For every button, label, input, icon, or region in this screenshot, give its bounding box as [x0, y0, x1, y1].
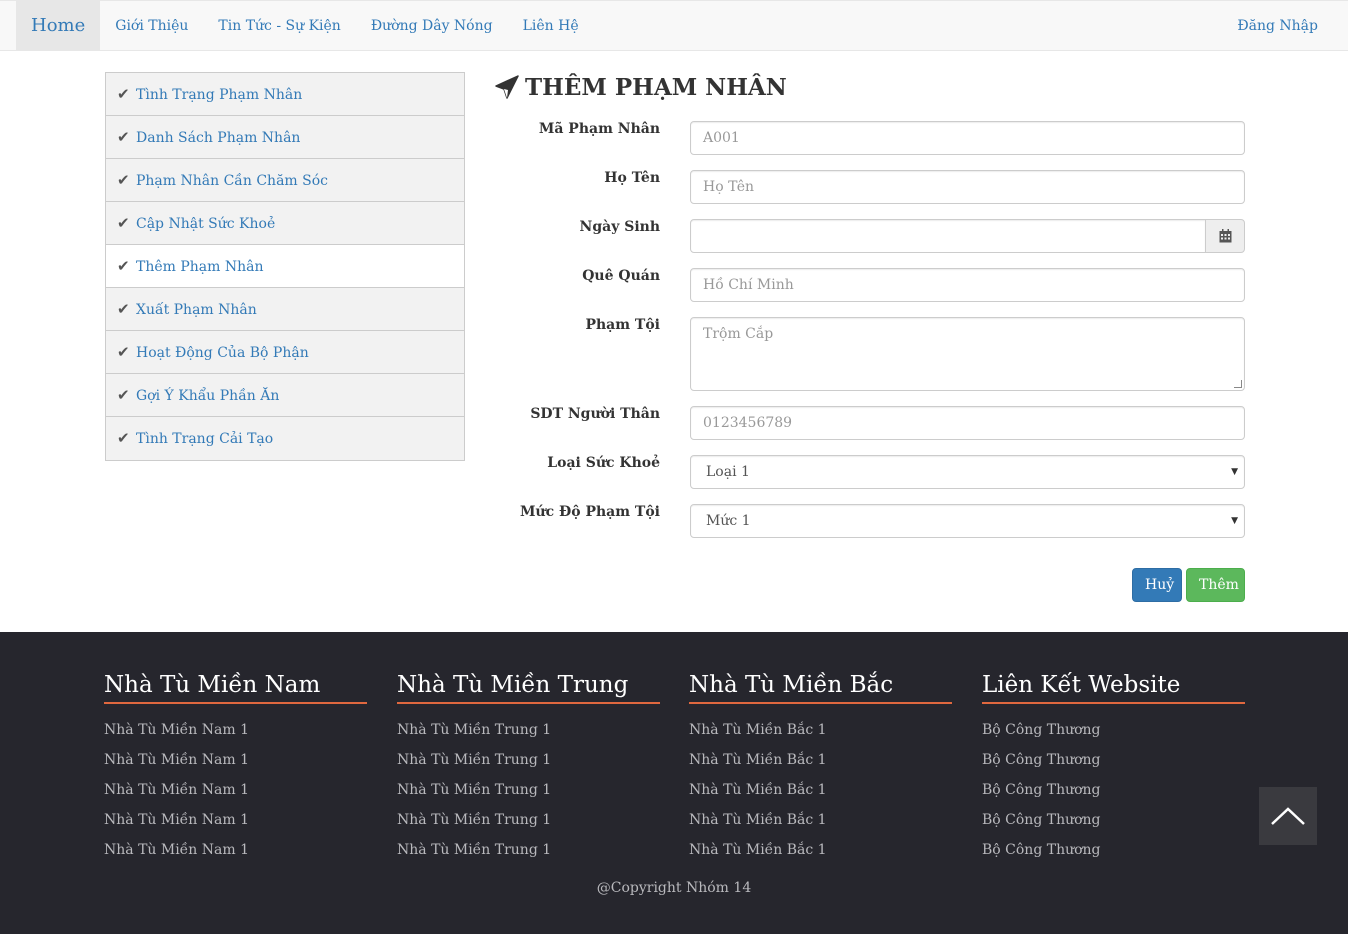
footer-link[interactable]: Bộ Công Thương: [982, 748, 1245, 778]
sidebar-item-xuat[interactable]: ✔ Xuất Phạm Nhân: [106, 288, 464, 331]
nav-tin-tuc-link[interactable]: Tin Tức - Sự Kiện: [203, 1, 355, 51]
cancel-button[interactable]: Huỷ: [1132, 568, 1182, 602]
page-title-text: THÊM PHẠM NHÂN: [525, 74, 787, 101]
calendar-button[interactable]: [1205, 219, 1245, 253]
sidebar-item-cham-soc[interactable]: ✔ Phạm Nhân Cần Chăm Sóc: [106, 159, 464, 202]
loai-suc-khoe-label: Loại Sức Khoẻ: [547, 455, 660, 471]
footer-column-mien-trung: Nhà Tù Miền Trung Nhà Tù Miền Trung 1 Nh…: [397, 668, 660, 868]
footer-column-mien-bac: Nhà Tù Miền Bắc Nhà Tù Miền Bắc 1 Nhà Tù…: [689, 668, 952, 868]
sidebar-item-danh-sach[interactable]: ✔ Danh Sách Phạm Nhân: [106, 116, 464, 159]
add-button[interactable]: Thêm: [1186, 568, 1245, 602]
footer-link[interactable]: Bộ Công Thương: [982, 838, 1245, 868]
sidebar-item-label: Tình Trạng Cải Tạo: [136, 431, 274, 447]
footer-link[interactable]: Nhà Tù Miền Nam 1: [104, 748, 367, 778]
check-icon: ✔: [117, 171, 130, 189]
back-to-top-button[interactable]: [1259, 787, 1317, 845]
que-quan-label: Quê Quán: [582, 268, 660, 284]
footer-column-title: Liên Kết Website: [982, 668, 1245, 704]
sidebar-item-hoat-dong[interactable]: ✔ Hoạt Động Của Bộ Phận: [106, 331, 464, 374]
nav-gioi-thieu-link[interactable]: Giới Thiệu: [100, 1, 203, 51]
pham-toi-label: Phạm Tội: [585, 317, 660, 333]
footer-column-lien-ket: Liên Kết Website Bộ Công Thương Bộ Công …: [982, 668, 1245, 868]
muc-do-value: Mức 1: [706, 513, 751, 529]
sidebar-item-cai-tao[interactable]: ✔ Tình Trạng Cải Tạo: [106, 417, 464, 460]
login-link[interactable]: Đăng Nhập: [1237, 1, 1318, 51]
check-icon: ✔: [117, 300, 130, 318]
nav-home-link[interactable]: Home: [16, 1, 101, 51]
footer-link[interactable]: Nhà Tù Miền Nam 1: [104, 778, 367, 808]
footer-link[interactable]: Bộ Công Thương: [982, 718, 1245, 748]
footer-link[interactable]: Bộ Công Thương: [982, 808, 1245, 838]
footer-link[interactable]: Nhà Tù Miền Bắc 1: [689, 748, 952, 778]
sidebar-item-them-pham-nhan[interactable]: ✔ Thêm Phạm Nhân: [106, 245, 464, 288]
footer-column-title: Nhà Tù Miền Trung: [397, 668, 660, 704]
copyright-text: @Copyright Nhóm 14: [596, 880, 752, 896]
check-icon: ✔: [117, 214, 130, 232]
footer-link[interactable]: Nhà Tù Miền Trung 1: [397, 838, 660, 868]
footer-link[interactable]: Nhà Tù Miền Bắc 1: [689, 718, 952, 748]
sidebar-item-label: Cập Nhật Sức Khoẻ: [136, 216, 276, 232]
check-icon: ✔: [117, 386, 130, 404]
footer-link[interactable]: Nhà Tù Miền Trung 1: [397, 748, 660, 778]
sidebar-menu: ✔ Tình Trạng Phạm Nhân ✔ Danh Sách Phạm Nh…: [105, 72, 465, 461]
paper-plane-icon: [495, 74, 519, 99]
check-icon: ✔: [117, 85, 130, 103]
sidebar-item-suc-khoe[interactable]: ✔ Cập Nhật Sức Khoẻ: [106, 202, 464, 245]
check-icon: ✔: [117, 343, 130, 361]
sdt-label: SDT Người Thân: [530, 406, 660, 422]
footer-link[interactable]: Nhà Tù Miền Trung 1: [397, 808, 660, 838]
footer-link[interactable]: Nhà Tù Miền Trung 1: [397, 778, 660, 808]
calendar-icon: [1219, 229, 1231, 243]
footer-link[interactable]: Nhà Tù Miền Trung 1: [397, 718, 660, 748]
footer-column-title: Nhà Tù Miền Bắc: [689, 668, 952, 704]
footer-link[interactable]: Nhà Tù Miền Bắc 1: [689, 808, 952, 838]
footer-link[interactable]: Bộ Công Thương: [982, 778, 1245, 808]
nav-duong-day-nong-link[interactable]: Đường Dây Nóng: [356, 1, 508, 51]
que-quan-input[interactable]: Hồ Chí Minh: [690, 268, 1245, 302]
footer-link[interactable]: Nhà Tù Miền Bắc 1: [689, 778, 952, 808]
footer-link[interactable]: Nhà Tù Miền Nam 1: [104, 808, 367, 838]
sidebar-item-label: Phạm Nhân Cần Chăm Sóc: [136, 173, 329, 189]
footer-column-title: Nhà Tù Miền Nam: [104, 668, 367, 704]
pham-toi-placeholder: Trộm Cắp: [703, 326, 774, 342]
ma-pham-nhan-label: Mã Phạm Nhân: [538, 121, 660, 137]
caret-down-icon: ▼: [1231, 516, 1238, 526]
sidebar-item-label: Hoạt Động Của Bộ Phận: [136, 345, 309, 361]
caret-down-icon: ▼: [1231, 467, 1238, 477]
check-icon: ✔: [117, 128, 130, 146]
footer: Nhà Tù Miền Nam Nhà Tù Miền Nam 1 Nhà Tù…: [0, 632, 1348, 934]
ngay-sinh-label: Ngày Sinh: [579, 219, 660, 235]
sdt-input[interactable]: 0123456789: [690, 406, 1245, 440]
resize-handle[interactable]: [1234, 380, 1242, 388]
pham-toi-textarea[interactable]: Trộm Cắp: [690, 317, 1245, 391]
ngay-sinh-input[interactable]: [690, 219, 1206, 253]
loai-suc-khoe-value: Loại 1: [706, 464, 750, 480]
top-navbar: Home Giới Thiệu Tin Tức - Sự Kiện Đường …: [0, 0, 1348, 51]
check-icon: ✔: [117, 429, 130, 447]
nav-menu: Home Giới Thiệu Tin Tức - Sự Kiện Đường …: [16, 1, 594, 51]
ho-ten-label: Họ Tên: [604, 170, 660, 186]
sidebar-item-label: Tình Trạng Phạm Nhân: [136, 87, 303, 103]
sidebar-item-khau-phan[interactable]: ✔ Gợi Ý Khẩu Phần Ăn: [106, 374, 464, 417]
ma-pham-nhan-input[interactable]: A001: [690, 121, 1245, 155]
ngay-sinh-group: [690, 219, 1245, 253]
footer-link[interactable]: Nhà Tù Miền Nam 1: [104, 718, 367, 748]
sidebar-item-label: Danh Sách Phạm Nhân: [136, 130, 301, 146]
footer-link[interactable]: Nhà Tù Miền Bắc 1: [689, 838, 952, 868]
page-title: THÊM PHẠM NHÂN: [495, 72, 787, 104]
muc-do-select[interactable]: Mức 1 ▼: [690, 504, 1245, 538]
nav-lien-he-link[interactable]: Liên Hệ: [508, 1, 594, 51]
sidebar-item-tinh-trang[interactable]: ✔ Tình Trạng Phạm Nhân: [106, 73, 464, 116]
loai-suc-khoe-select[interactable]: Loại 1 ▼: [690, 455, 1245, 489]
muc-do-label: Mức Độ Phạm Tội: [519, 504, 660, 520]
footer-column-mien-nam: Nhà Tù Miền Nam Nhà Tù Miền Nam 1 Nhà Tù…: [104, 668, 367, 868]
footer-link[interactable]: Nhà Tù Miền Nam 1: [104, 838, 367, 868]
sidebar-item-label: Xuất Phạm Nhân: [136, 302, 257, 318]
check-icon: ✔: [117, 257, 130, 275]
ho-ten-input[interactable]: Họ Tên: [690, 170, 1245, 204]
sidebar-item-label: Thêm Phạm Nhân: [136, 259, 264, 275]
sidebar-item-label: Gợi Ý Khẩu Phần Ăn: [136, 388, 280, 404]
chevron-up-icon: [1271, 807, 1305, 825]
